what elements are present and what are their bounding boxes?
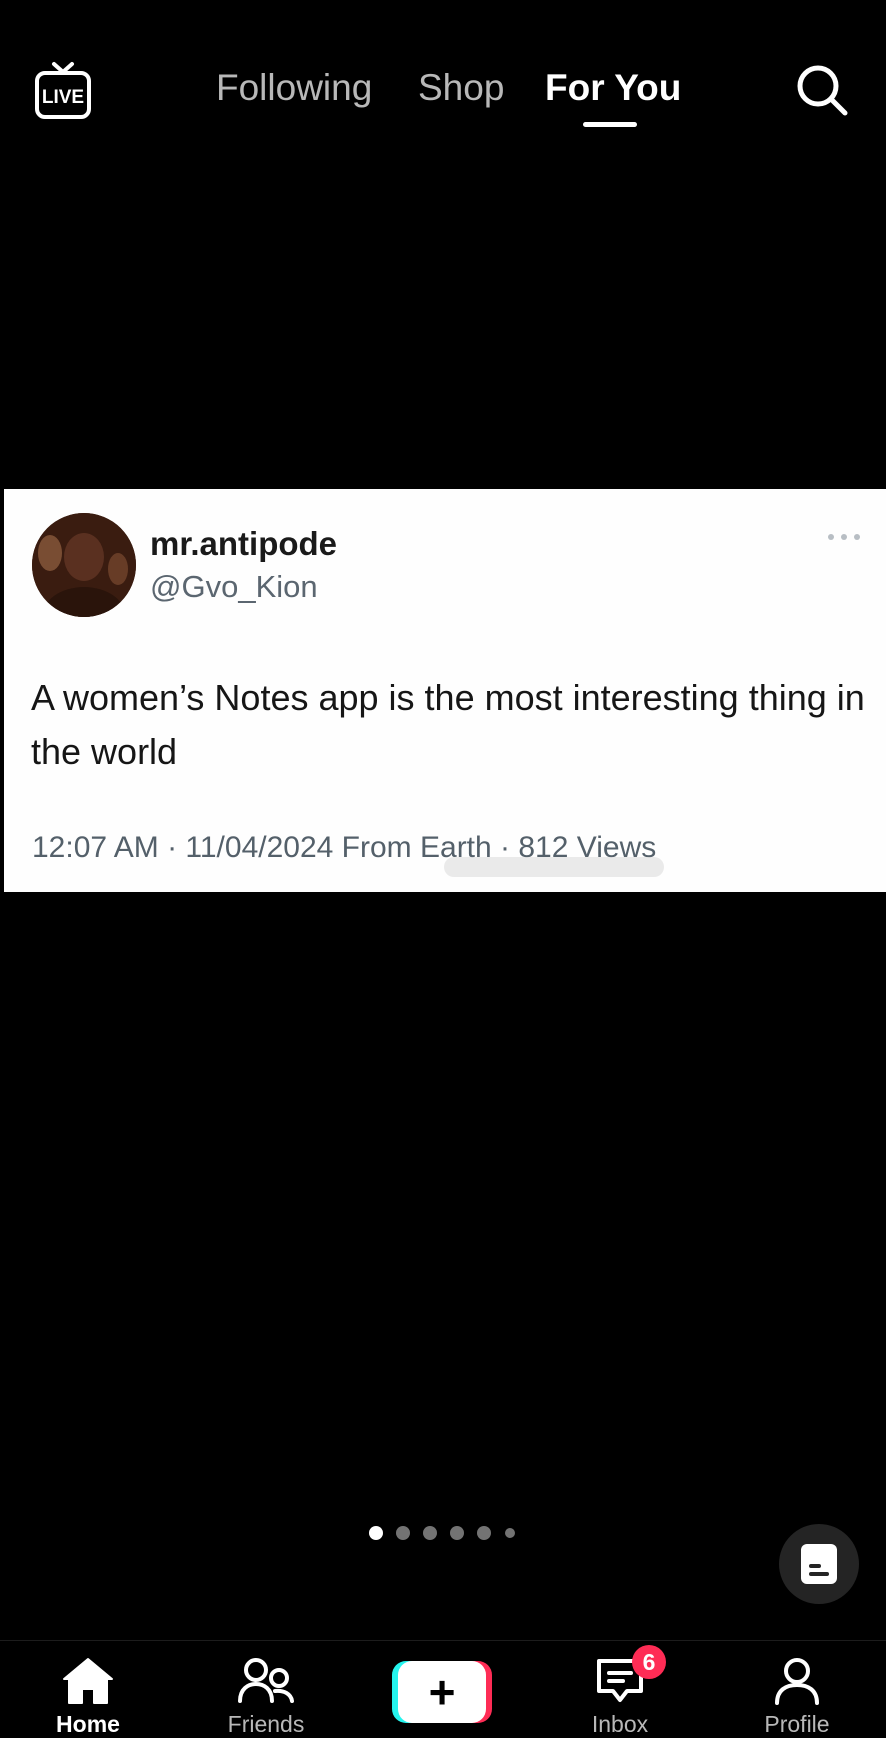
carousel-dot bbox=[369, 1526, 383, 1540]
carousel-dot bbox=[396, 1526, 410, 1540]
more-dots bbox=[828, 534, 860, 540]
notes-button[interactable] bbox=[779, 1524, 859, 1604]
plus-icon: + bbox=[428, 1666, 456, 1718]
tab-following[interactable]: Following bbox=[216, 66, 372, 110]
active-tab-indicator bbox=[583, 122, 637, 127]
create-button[interactable]: + bbox=[392, 1661, 492, 1723]
bottom-navigation: Home Friends + 6 Inbox Profile bbox=[0, 1640, 886, 1737]
nav-home[interactable]: Home bbox=[18, 1641, 158, 1737]
display-name: mr.antipode bbox=[150, 525, 338, 562]
avatar bbox=[32, 513, 136, 617]
watermark bbox=[444, 857, 664, 877]
avatar-photo bbox=[32, 513, 136, 617]
carousel-dot bbox=[423, 1526, 437, 1540]
tweet-card: mr.antipode @Gvo_Kion A women’s Notes ap… bbox=[4, 489, 886, 892]
carousel-dot bbox=[505, 1528, 515, 1538]
friends-icon bbox=[238, 1658, 294, 1703]
feed-tabs: Following Shop For You bbox=[0, 66, 886, 127]
ellipsis-icon[interactable] bbox=[824, 527, 864, 547]
top-navigation: LIVE Following Shop For You bbox=[0, 0, 886, 180]
tab-for-you[interactable]: For You bbox=[545, 66, 681, 110]
home-icon bbox=[63, 1658, 113, 1704]
tweet-text: A women’s Notes app is the most interest… bbox=[31, 677, 865, 772]
tab-shop[interactable]: Shop bbox=[418, 66, 504, 110]
nav-inbox[interactable]: 6 Inbox bbox=[550, 1641, 690, 1737]
notes-icon bbox=[801, 1544, 837, 1584]
search-button[interactable] bbox=[794, 62, 850, 118]
search-icon bbox=[797, 65, 848, 116]
nav-profile[interactable]: Profile bbox=[727, 1641, 867, 1737]
carousel-dot bbox=[450, 1526, 464, 1540]
inbox-badge: 6 bbox=[632, 1645, 666, 1679]
carousel-dot bbox=[477, 1526, 491, 1540]
nav-friends[interactable]: Friends bbox=[196, 1641, 336, 1737]
profile-icon bbox=[775, 1658, 819, 1705]
carousel-indicator bbox=[0, 1526, 886, 1542]
user-handle: @Gvo_Kion bbox=[150, 569, 318, 604]
